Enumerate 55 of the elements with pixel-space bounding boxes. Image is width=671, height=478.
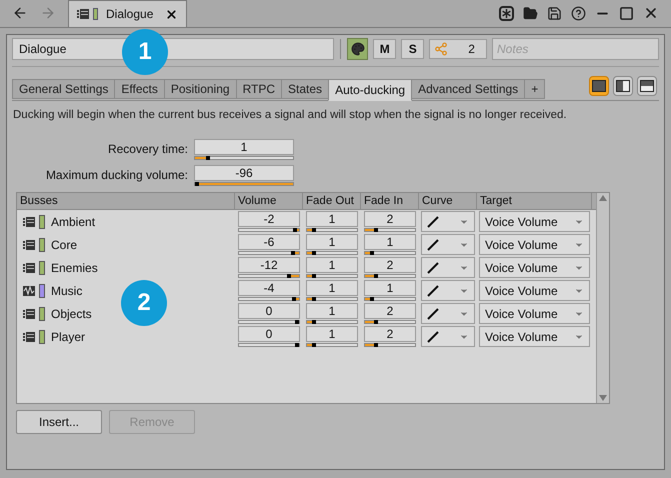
target-dropdown[interactable]: Voice Volume — [479, 257, 590, 278]
value-field[interactable]: 0 — [238, 326, 300, 342]
value-field[interactable]: 2 — [364, 326, 416, 342]
value-field[interactable]: -2 — [238, 211, 300, 228]
bus-name[interactable]: Core — [51, 236, 78, 254]
value-field[interactable]: 2 — [364, 211, 416, 228]
value-field[interactable]: 1 — [364, 280, 416, 296]
document-tab[interactable]: Dialogue — [68, 0, 188, 27]
references-button[interactable]: 2 — [429, 39, 488, 59]
value-field[interactable]: -12 — [238, 257, 300, 274]
value-field[interactable]: 1 — [364, 234, 416, 250]
column-header[interactable]: Volume — [235, 193, 303, 210]
tab[interactable]: Auto-ducking — [328, 79, 412, 101]
value-field[interactable]: 1 — [306, 211, 358, 228]
target-dropdown[interactable]: Voice Volume — [479, 326, 590, 348]
action-button[interactable]: Insert... — [16, 410, 102, 434]
value-field[interactable]: -4 — [238, 280, 300, 296]
tab[interactable]: Effects — [114, 79, 165, 99]
tab[interactable]: General Settings — [12, 79, 116, 99]
value-field[interactable]: -96 — [194, 165, 294, 182]
bus-name[interactable]: Player — [51, 328, 86, 346]
value-field[interactable]: 1 — [306, 257, 358, 274]
bus-name[interactable]: Music — [51, 282, 82, 300]
target-dropdown[interactable]: Voice Volume — [479, 211, 590, 232]
property-label: Recovery time: — [106, 141, 189, 158]
value-field[interactable]: -6 — [238, 234, 300, 250]
value-field[interactable]: 2 — [364, 303, 416, 320]
tab-title: Dialogue — [106, 6, 154, 23]
value-field[interactable]: 1 — [306, 326, 358, 342]
column-header[interactable]: Curve — [419, 193, 477, 210]
tab[interactable]: Positioning — [164, 79, 237, 99]
tab[interactable]: + — [524, 79, 546, 99]
column-header[interactable]: Fade In — [361, 193, 419, 210]
description-text: Ducking will begin when the current bus receives a signal and will stop when the signal is no longer received. — [13, 108, 568, 123]
property-label: Maximum ducking volume: — [44, 167, 189, 184]
column-header[interactable]: Fade Out — [303, 193, 361, 210]
value-field[interactable]: 1 — [194, 139, 294, 156]
mute-button[interactable]: M — [373, 39, 396, 59]
tab[interactable]: States — [281, 79, 330, 99]
tab[interactable]: Advanced Settings — [411, 79, 526, 99]
solo-button[interactable]: S — [401, 39, 424, 59]
bus-name[interactable]: Objects — [51, 304, 92, 323]
tab[interactable]: RTPC — [236, 79, 282, 99]
value-field[interactable]: 2 — [364, 257, 416, 274]
bus-name[interactable]: Enemies — [51, 258, 98, 277]
target-dropdown[interactable]: Voice Volume — [479, 280, 590, 302]
value-field[interactable]: 1 — [306, 234, 358, 250]
column-header[interactable]: Target — [477, 193, 592, 210]
value-field[interactable]: 1 — [306, 280, 358, 296]
column-header[interactable]: Busses — [17, 193, 235, 210]
target-dropdown[interactable]: Voice Volume — [479, 234, 590, 256]
bus-name[interactable]: Ambient — [51, 212, 96, 231]
target-dropdown[interactable]: Voice Volume — [479, 303, 590, 324]
value-field[interactable]: 1 — [306, 303, 358, 320]
value-field[interactable]: 0 — [238, 303, 300, 320]
